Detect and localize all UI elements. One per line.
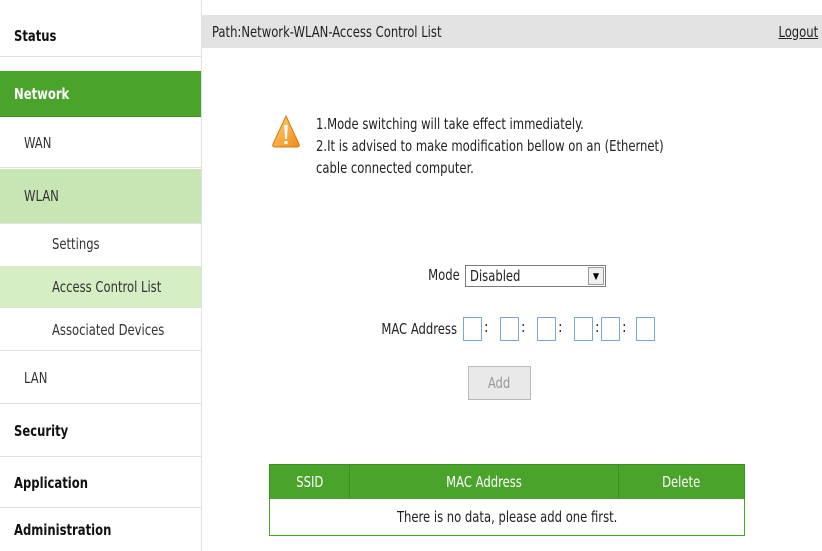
- mac-address-label: MAC Address: [381, 320, 457, 338]
- sidebar-item-label: Network: [14, 84, 70, 103]
- sidebar-item-label: Status: [14, 26, 57, 45]
- sidebar-item-label: WAN: [24, 133, 52, 152]
- sidebar-item-label: Settings: [52, 235, 100, 253]
- sidebar-item-administration[interactable]: Administration: [0, 509, 201, 551]
- warning-icon: [272, 114, 300, 148]
- sidebar-item-access-control-list[interactable]: Access Control List: [0, 266, 201, 308]
- sidebar-item-label: Security: [14, 421, 69, 440]
- sidebar-item-status[interactable]: Status: [0, 15, 201, 57]
- mode-label: Mode: [428, 266, 460, 284]
- sidebar-item-label: Access Control List: [52, 278, 162, 296]
- path-bar: Path:Network-WLAN-Access Control List Lo…: [202, 15, 822, 48]
- notice-line: 2.It is advised to make modification bel…: [316, 137, 664, 155]
- add-button[interactable]: Add: [468, 366, 531, 400]
- sidebar-item-network[interactable]: Network: [0, 71, 201, 117]
- mac-octet-5-input[interactable]: [601, 317, 620, 341]
- mac-octet-6-input[interactable]: [636, 317, 655, 341]
- colon-separator: :: [521, 318, 526, 336]
- sidebar-item-associated-devices[interactable]: Associated Devices: [0, 309, 201, 351]
- notice-line: cable connected computer.: [316, 159, 474, 177]
- mac-octet-2-input[interactable]: [500, 317, 519, 341]
- chevron-down-icon[interactable]: ▼: [588, 267, 604, 285]
- colon-separator: :: [595, 318, 600, 336]
- mac-octet-3-input[interactable]: [537, 317, 556, 341]
- sidebar-item-wan[interactable]: WAN: [0, 118, 201, 168]
- mode-select[interactable]: Disabled ▼: [465, 265, 606, 287]
- mac-octet-4-input[interactable]: [574, 317, 593, 341]
- sidebar-item-settings[interactable]: Settings: [0, 224, 201, 264]
- breadcrumb: Path:Network-WLAN-Access Control List: [212, 22, 442, 41]
- sidebar-item-application[interactable]: Application: [0, 458, 201, 508]
- colon-separator: :: [558, 318, 563, 336]
- add-button-label: Add: [488, 374, 511, 392]
- column-header-mac-address: MAC Address: [349, 464, 620, 499]
- sidebar-item-security[interactable]: Security: [0, 405, 201, 457]
- logout-link[interactable]: Logout: [778, 23, 818, 41]
- sidebar: Status Network WAN WLAN Settings Access …: [0, 0, 202, 551]
- sidebar-item-label: Application: [14, 473, 89, 492]
- column-header-delete: Delete: [618, 464, 745, 499]
- sidebar-item-wlan[interactable]: WLAN: [0, 169, 201, 224]
- table-header-row: SSID MAC Address Delete: [268, 464, 745, 499]
- sidebar-item-label: LAN: [24, 368, 48, 387]
- notice-text: 1.Mode switching will take effect immedi…: [316, 113, 664, 179]
- colon-separator: :: [484, 318, 489, 336]
- table-row: There is no data, please add one first.: [269, 498, 745, 536]
- sidebar-item-label: WLAN: [24, 187, 59, 205]
- sidebar-item-label: Associated Devices: [52, 320, 165, 339]
- mac-octet-1-input[interactable]: [463, 317, 482, 341]
- acl-table: SSID MAC Address Delete There is no data…: [268, 464, 745, 536]
- colon-separator: :: [622, 318, 627, 336]
- sidebar-item-label: Administration: [14, 521, 112, 539]
- empty-table-message: There is no data, please add one first.: [269, 498, 745, 536]
- mode-value: Disabled: [470, 267, 521, 285]
- column-header-ssid: SSID: [268, 464, 351, 499]
- notice-line: 1.Mode switching will take effect immedi…: [316, 115, 584, 133]
- sidebar-item-lan[interactable]: LAN: [0, 352, 201, 404]
